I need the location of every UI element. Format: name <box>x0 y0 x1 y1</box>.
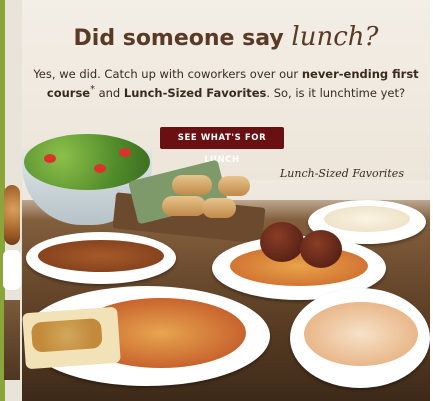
alfredo-pasta <box>324 206 410 232</box>
adjacent-panel-edge <box>0 0 22 401</box>
meatball <box>260 222 304 262</box>
adjacent-table-image <box>4 300 20 380</box>
body-text-2: and <box>94 85 124 100</box>
body-text-3: . So, is it lunchtime yet? <box>266 85 406 100</box>
breadstick <box>202 198 236 218</box>
soup <box>38 240 164 272</box>
body-bold-2: Lunch-Sized Favorites <box>123 85 267 100</box>
tomato <box>119 148 131 157</box>
adjacent-plate-image <box>3 250 21 290</box>
see-whats-for-lunch-button[interactable]: SEE WHAT'S FOR LUNCH <box>160 127 284 165</box>
adjacent-food-image <box>4 185 20 245</box>
promo-body: Yes, we did. Catch up with coworkers ove… <box>32 66 420 101</box>
chicken-parmigiana <box>22 306 121 370</box>
breadstick <box>162 196 206 216</box>
tomato <box>44 154 56 163</box>
meatball <box>300 230 342 268</box>
lunch-promo-card: Did someone say lunch? Yes, we did. Catc… <box>22 0 430 401</box>
headline-text: Did someone say <box>73 26 284 51</box>
breadstick <box>218 176 250 196</box>
tomato <box>94 164 106 173</box>
headline-script-word: lunch? <box>291 22 379 52</box>
shrimp-pasta-plate <box>290 288 430 388</box>
cheese-topping <box>30 317 103 353</box>
body-text-1: Yes, we did. Catch up with coworkers ove… <box>33 67 302 81</box>
shrimp-pasta <box>304 302 418 366</box>
breadstick <box>172 175 212 195</box>
soup-bowl <box>26 232 176 284</box>
lunch-sized-favorites-label: Lunch-Sized Favorites <box>280 167 404 180</box>
promo-headline: Did someone say lunch? <box>22 22 430 52</box>
